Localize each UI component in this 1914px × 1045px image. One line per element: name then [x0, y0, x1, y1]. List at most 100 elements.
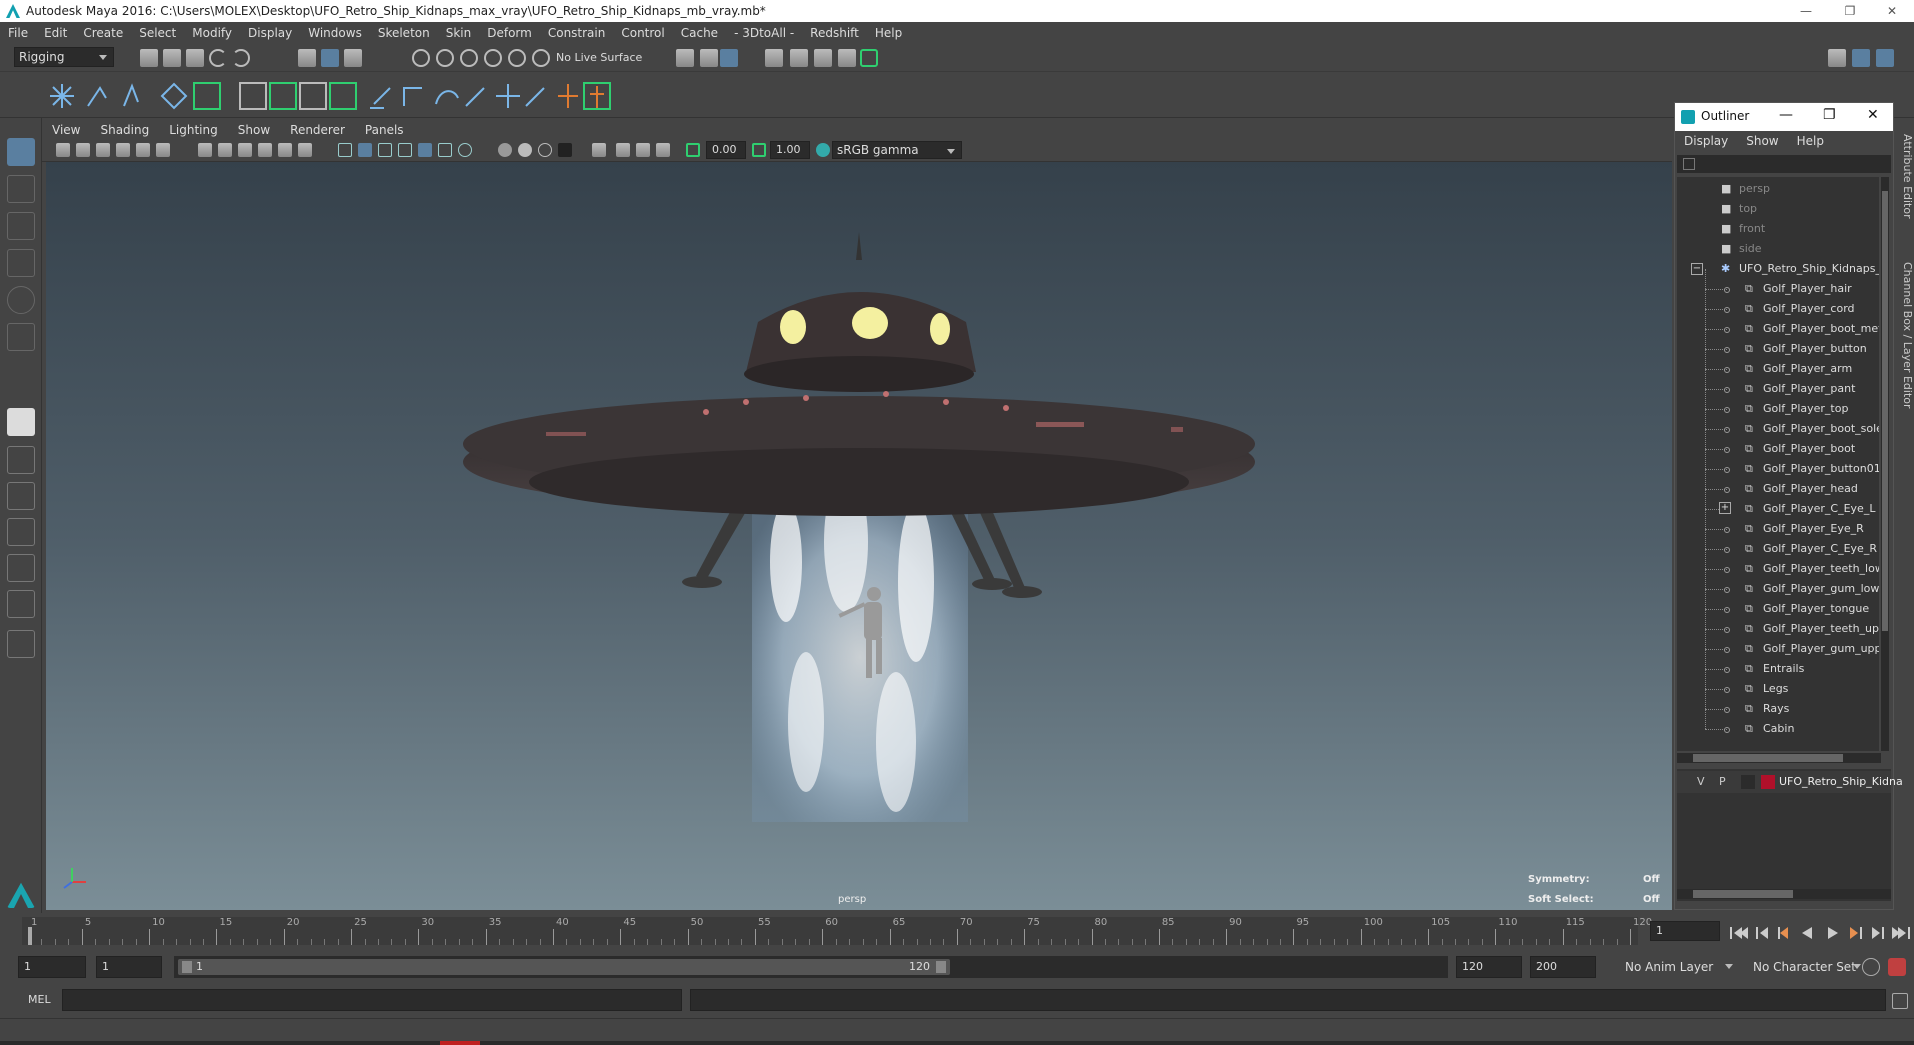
- outliner-item[interactable]: ⧉ Golf_Player_boot_sole: [1677, 419, 1879, 439]
- time-slider[interactable]: 1 5 10 15 20 25 30 35 40 45 50 55 60 65 70 75 80 85 90 95 10…: [0, 913, 1914, 949]
- rotate-tool-icon[interactable]: [7, 286, 35, 314]
- step-forward-frame-icon[interactable]: [1850, 927, 1862, 939]
- go-to-start-icon[interactable]: [1730, 927, 1748, 939]
- select-camera-icon[interactable]: [56, 143, 70, 157]
- isolate-select-icon[interactable]: [558, 143, 572, 157]
- character-set-dropdown[interactable]: No Character Set: [1748, 956, 1868, 978]
- panel-menu-show[interactable]: Show: [228, 123, 280, 137]
- depth-of-field-icon[interactable]: [538, 143, 552, 157]
- outliner-menu-help[interactable]: Help: [1788, 134, 1833, 148]
- save-scene-icon[interactable]: [186, 49, 204, 67]
- outliner-horizontal-scrollbar[interactable]: [1677, 753, 1881, 763]
- select-component-icon[interactable]: [344, 49, 362, 67]
- outliner-item[interactable]: ⧉ Golf_Player_teeth_uppe: [1677, 619, 1879, 639]
- step-forward-key-icon[interactable]: [1872, 927, 1884, 939]
- view-transform-dropdown[interactable]: sRGB gamma: [832, 141, 962, 159]
- menu-edit[interactable]: Edit: [36, 26, 75, 40]
- outliner-item-front[interactable]: ■ front: [1677, 219, 1879, 239]
- range-handle[interactable]: 1 120: [178, 959, 950, 975]
- menu-display[interactable]: Display: [240, 26, 300, 40]
- snap-point-icon[interactable]: [460, 49, 478, 67]
- script-editor-icon[interactable]: [1892, 993, 1908, 1009]
- range-end-grip[interactable]: [936, 961, 946, 973]
- layer-type-toggle[interactable]: [1741, 775, 1755, 789]
- animation-start-field[interactable]: 1: [18, 956, 86, 978]
- outliner-item[interactable]: ⧉ Golf_Player_teeth_lowe: [1677, 559, 1879, 579]
- color-management-icon[interactable]: [816, 143, 830, 157]
- outliner-close-button[interactable]: ✕: [1867, 107, 1879, 123]
- outliner-item[interactable]: ⧉ Golf_Player_boot_meta: [1677, 319, 1879, 339]
- outliner-item[interactable]: ⧉ Golf_Player_head: [1677, 479, 1879, 499]
- animation-end-field[interactable]: 200: [1530, 956, 1596, 978]
- panel-menu-view[interactable]: View: [42, 123, 90, 137]
- outliner-item[interactable]: ⧉ Golf_Player_hair: [1677, 279, 1879, 299]
- use-all-lights-icon[interactable]: [418, 143, 432, 157]
- anim-layer-dropdown[interactable]: No Anim Layer: [1620, 956, 1740, 978]
- gate-mask-icon[interactable]: [258, 143, 272, 157]
- command-input[interactable]: [62, 989, 682, 1011]
- outliner-item[interactable]: ⧉ Golf_Player_C_Eye_R: [1677, 539, 1879, 559]
- snap-grid-icon[interactable]: [412, 49, 430, 67]
- grease-pencil-icon[interactable]: [156, 143, 170, 157]
- bookmark-icon[interactable]: [96, 143, 110, 157]
- playback-start-field[interactable]: 1: [96, 956, 162, 978]
- mel-label[interactable]: MEL: [28, 993, 51, 1006]
- outliner-item[interactable]: ⧉ Golf_Player_gum_uppe: [1677, 639, 1879, 659]
- motion-blur-icon[interactable]: [498, 143, 512, 157]
- safe-action-icon[interactable]: [298, 143, 312, 157]
- snap-curve-icon[interactable]: [436, 49, 454, 67]
- outliner-menu-show[interactable]: Show: [1737, 134, 1787, 148]
- layer-visibility-toggle[interactable]: V: [1697, 775, 1705, 788]
- menu-constrain[interactable]: Constrain: [540, 26, 614, 40]
- outliner-maximize-button[interactable]: ❐: [1823, 107, 1836, 123]
- render-settings-icon[interactable]: [838, 49, 856, 67]
- textured-icon[interactable]: [398, 143, 412, 157]
- menu-select[interactable]: Select: [131, 26, 184, 40]
- outliner-item-ufo-group[interactable]: − ✱ UFO_Retro_Ship_Kidnaps_(: [1677, 259, 1879, 279]
- exposure-field[interactable]: 0.00: [706, 141, 746, 159]
- smooth-shade-icon[interactable]: [358, 143, 372, 157]
- two-d-pan-icon[interactable]: [136, 143, 150, 157]
- outliner-item[interactable]: ⧉ Cabin: [1677, 719, 1879, 739]
- menu-create[interactable]: Create: [75, 26, 131, 40]
- animation-preferences-icon[interactable]: [1888, 958, 1906, 976]
- wireframe-icon[interactable]: [338, 143, 352, 157]
- toggle-layout-icon[interactable]: [7, 630, 35, 658]
- menu-skeleton[interactable]: Skeleton: [370, 26, 438, 40]
- playback-range-bar[interactable]: 1 120: [174, 956, 1448, 978]
- outliner-item[interactable]: ⧉ Golf_Player_cord: [1677, 299, 1879, 319]
- menu-control[interactable]: Control: [613, 26, 672, 40]
- xray-components-icon[interactable]: [636, 143, 650, 157]
- attribute-editor-tab[interactable]: Attribute Editor: [1898, 134, 1914, 244]
- perspective-viewport[interactable]: persp Symmetry: Off Soft Select: Off: [46, 162, 1672, 910]
- restore-button[interactable]: ❐: [1830, 0, 1870, 22]
- panel-menu-panels[interactable]: Panels: [355, 123, 414, 137]
- outliner-item-persp[interactable]: ■ persp: [1677, 179, 1879, 199]
- scrollbar-thumb[interactable]: [1693, 754, 1843, 762]
- outliner-item[interactable]: ⧉ Entrails: [1677, 659, 1879, 679]
- wireframe-on-shaded-icon[interactable]: [378, 143, 392, 157]
- redo-icon[interactable]: [232, 49, 250, 67]
- attribute-editor-toggle-icon[interactable]: [1852, 49, 1870, 67]
- ipr-render-icon[interactable]: [814, 49, 832, 67]
- auto-key-icon[interactable]: [1862, 958, 1880, 976]
- collapse-icon[interactable]: −: [1691, 263, 1703, 275]
- outliner-item[interactable]: ⧉ Rays: [1677, 699, 1879, 719]
- input-ops-icon[interactable]: [676, 49, 694, 67]
- play-backward-icon[interactable]: [1802, 927, 1812, 939]
- layer-playback-toggle[interactable]: P: [1719, 775, 1726, 788]
- live-surface-label[interactable]: No Live Surface: [556, 51, 642, 64]
- gamma-field[interactable]: 1.00: [770, 141, 810, 159]
- hypershade-layout-icon[interactable]: [7, 554, 35, 582]
- outliner-item[interactable]: ⧉ Golf_Player_button: [1677, 339, 1879, 359]
- anti-aliasing-icon[interactable]: [518, 143, 532, 157]
- range-start-grip[interactable]: [182, 961, 192, 973]
- menu-deform[interactable]: Deform: [479, 26, 540, 40]
- select-hierarchy-icon[interactable]: [298, 49, 316, 67]
- resolution-gate-icon[interactable]: [238, 143, 252, 157]
- step-back-key-icon[interactable]: [1756, 927, 1768, 939]
- exposure-icon[interactable]: [686, 143, 700, 157]
- outliner-item[interactable]: ⧉ Golf_Player_top: [1677, 399, 1879, 419]
- four-view-layout-icon[interactable]: [7, 446, 35, 474]
- backface-culling-icon[interactable]: [656, 143, 670, 157]
